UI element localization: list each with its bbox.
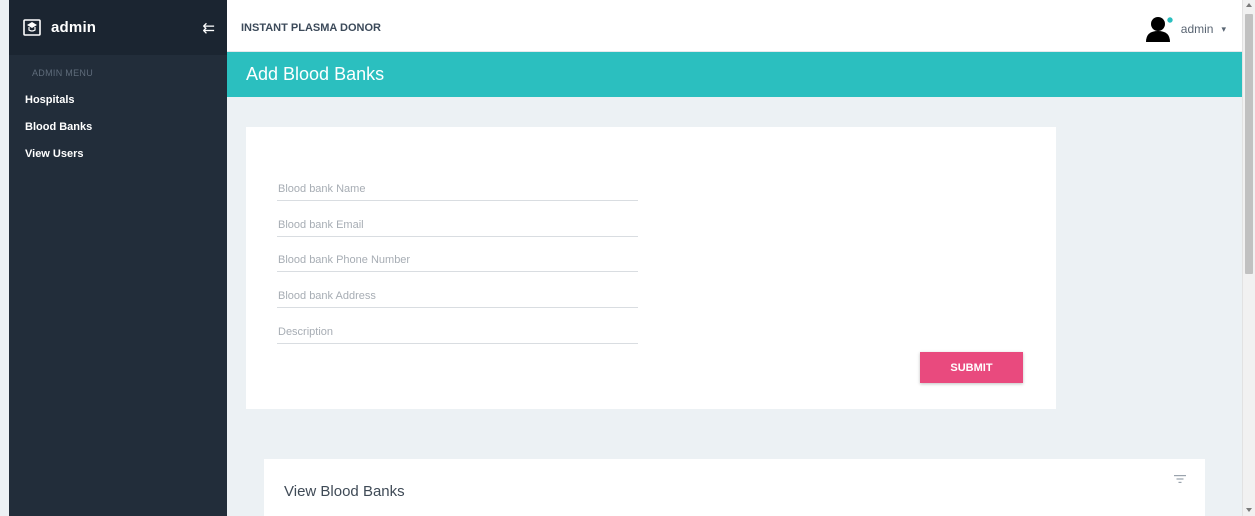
user-avatar-icon [1145,16,1174,42]
top-bar: INSTANT PLASMA DONOR admin ▾ [227,0,1242,52]
view-blood-banks-title: View Blood Banks [284,483,405,500]
view-blood-banks-card: View Blood Banks [264,459,1205,516]
submit-button[interactable]: SUBMIT [920,352,1023,383]
blood-bank-address-input[interactable] [277,286,638,306]
filter-icon[interactable] [1174,474,1186,484]
user-menu[interactable]: admin ▾ [1145,15,1226,43]
scroll-down-icon[interactable] [1246,508,1252,512]
description-input[interactable] [277,322,638,342]
scrollbar-thumb[interactable] [1245,14,1253,274]
page-scrollbar[interactable] [1242,0,1255,516]
sidebar-item-view-users[interactable]: View Users [9,144,227,171]
menu-section-title: ADMIN MENU [32,68,93,78]
email-field-wrapper [277,215,638,237]
scroll-up-icon[interactable] [1246,3,1252,7]
description-field-wrapper [277,322,638,344]
blood-bank-email-input[interactable] [277,215,638,235]
sidebar-item-hospitals[interactable]: Hospitals [9,90,227,117]
brand-label: admin [51,19,97,36]
name-field-wrapper [277,179,638,201]
page-title: Add Blood Banks [246,64,385,84]
user-name: admin [1180,22,1214,36]
sidebar-item-blood-banks[interactable]: Blood Banks [9,117,227,144]
blood-bank-phone-input[interactable] [277,250,638,270]
sidebar-brand: admin ⇇ [9,0,227,55]
page-title-bar: Add Blood Banks [227,52,1242,97]
blood-bank-name-input[interactable] [277,179,638,199]
add-blood-bank-form: SUBMIT [246,127,1056,409]
address-field-wrapper [277,286,638,308]
graduation-cap-icon [23,19,41,36]
chevron-down-icon: ▾ [1221,23,1226,34]
phone-field-wrapper [277,250,638,272]
app-title: INSTANT PLASMA DONOR [241,22,381,34]
sidebar: admin ⇇ ADMIN MENU Hospitals Blood Banks… [9,0,227,516]
collapse-arrow-icon[interactable]: ⇇ [202,19,215,37]
